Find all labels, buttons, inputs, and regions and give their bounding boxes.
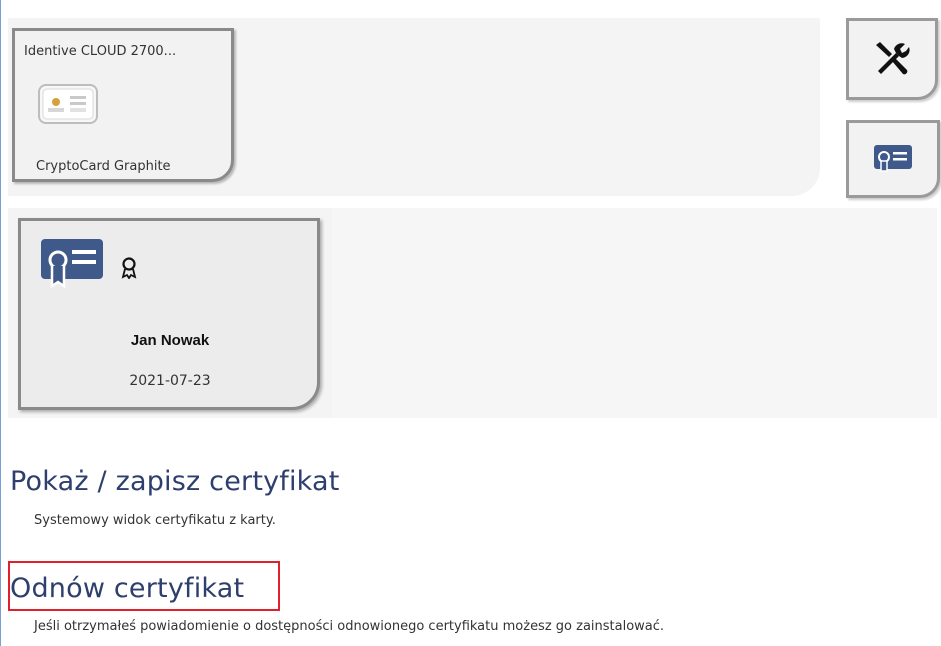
- tools-icon: [876, 42, 910, 75]
- reader-name: Identive CLOUD 2700...: [24, 44, 177, 59]
- reader-model: CryptoCard Graphite: [36, 159, 171, 174]
- show-certificate-link[interactable]: Pokaż / zapisz certyfikat: [10, 466, 340, 497]
- smart-card-icon: [38, 84, 98, 124]
- renew-certificate-description: Jeśli otrzymałeś powiadomienie o dostępn…: [34, 619, 665, 634]
- ribbon-icon: [121, 257, 137, 279]
- certificate-date: 2021-07-23: [129, 373, 211, 389]
- window-border: [0, 0, 1, 646]
- renew-certificate-link[interactable]: Odnów certyfikat: [10, 573, 244, 604]
- certificate-owner: Jan Nowak: [130, 332, 210, 349]
- certificate-icon: [874, 145, 912, 172]
- tools-button[interactable]: [846, 18, 938, 100]
- certificate-panel-background: [332, 208, 937, 418]
- certificate-button[interactable]: [846, 120, 940, 198]
- show-certificate-description: Systemowy widok certyfikatu z karty.: [34, 513, 276, 528]
- certificate-icon: [41, 239, 103, 288]
